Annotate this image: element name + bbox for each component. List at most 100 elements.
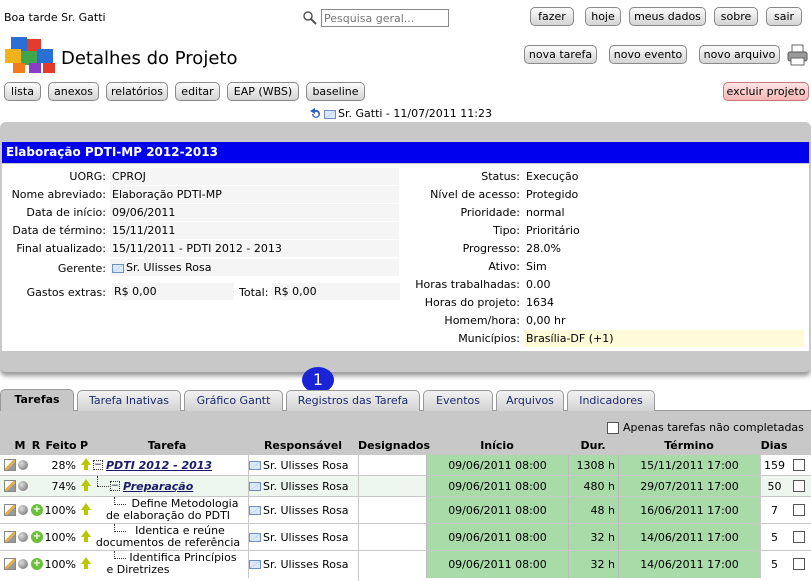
start-cell: 09/06/2011 08:00 — [426, 476, 568, 496]
row-checkbox[interactable] — [793, 480, 805, 492]
row-checkbox[interactable] — [793, 504, 805, 516]
edit-icon[interactable] — [4, 459, 16, 471]
hoje-button[interactable]: hoje — [585, 7, 621, 26]
col-r: R — [31, 439, 41, 452]
task-name[interactable]: Identifica Princípios e Diretrizes — [93, 552, 243, 576]
table-row[interactable]: 28% − PDTI 2012 - 2013 Sr. Ulisses Rosa … — [0, 455, 811, 476]
status-dot-icon — [18, 505, 28, 515]
progress-label: Progresso: — [462, 242, 520, 255]
priority-up-icon — [81, 458, 91, 465]
designados-cell — [358, 551, 426, 581]
end-date-value: 15/11/2011 — [110, 222, 399, 239]
anexos-button[interactable]: anexos — [48, 82, 99, 101]
end-date-label: Data de término: — [12, 224, 106, 237]
start-cell: 09/06/2011 08:00 — [426, 455, 568, 475]
responsible[interactable]: Sr. Ulisses Rosa — [263, 480, 348, 493]
done-cell: 28% — [51, 458, 76, 472]
type-value: Prioritário — [526, 224, 580, 237]
mail-icon[interactable] — [324, 109, 336, 119]
collapse-icon[interactable]: − — [93, 460, 103, 470]
extra-costs-value: R$ 0,00 — [112, 283, 234, 300]
task-name[interactable]: PDTI 2012 - 2013 — [106, 455, 246, 475]
total-label: Total: — [239, 286, 269, 299]
sair-button[interactable]: sair — [766, 7, 802, 26]
tab-arquivos[interactable]: Arquivos — [496, 390, 564, 411]
mail-icon[interactable] — [249, 532, 261, 542]
uorg-value: CPROJ — [110, 168, 399, 185]
done-cell: 100% — [44, 558, 76, 571]
delete-project-button[interactable]: excluir projeto — [723, 82, 809, 101]
add-icon[interactable]: + — [31, 531, 43, 543]
lista-button[interactable]: lista — [4, 82, 41, 101]
col-feito: Feito — [45, 439, 77, 452]
end-cell: 14/06/2011 17:00 — [618, 551, 760, 578]
relatorios-button[interactable]: relatórios — [106, 82, 168, 101]
add-icon[interactable]: + — [31, 504, 43, 516]
eap-wbs-button[interactable]: EAP (WBS) — [227, 82, 299, 101]
task-name[interactable]: Define Metodologia de elaboração do PDTI — [93, 498, 243, 522]
col-termino: Término — [664, 439, 714, 452]
task-name[interactable]: Identica e reúne documentos de referência — [93, 525, 243, 549]
edit-icon[interactable] — [4, 480, 16, 492]
tab-indicadores[interactable]: Indicadores — [567, 390, 655, 411]
tab-eventos[interactable]: Eventos — [423, 390, 493, 411]
hours-worked-label: Horas trabalhadas: — [415, 278, 520, 291]
priority-label: Prioridade: — [460, 206, 520, 219]
mail-icon[interactable] — [249, 460, 261, 470]
done-cell: 74% — [51, 479, 76, 493]
novo-arquivo-button[interactable]: novo arquivo — [699, 45, 780, 64]
printer-icon[interactable] — [787, 44, 808, 66]
municipalities-label: Municípios: — [458, 332, 520, 345]
fazer-button[interactable]: fazer — [530, 7, 574, 26]
puzzle-logo-icon — [3, 35, 59, 75]
status-dot-icon — [18, 481, 28, 491]
table-row[interactable]: + 100% Identifica Princípios e Diretrizes… — [0, 551, 811, 581]
collapse-icon[interactable]: − — [110, 481, 120, 491]
novo-evento-button[interactable]: novo evento — [609, 45, 687, 64]
editar-button[interactable]: editar — [175, 82, 220, 101]
col-dias: Dias — [760, 439, 788, 452]
meus-dados-button[interactable]: meus dados — [629, 7, 706, 26]
sobre-button[interactable]: sobre — [714, 7, 758, 26]
edit-icon[interactable] — [4, 531, 16, 543]
table-row[interactable]: + 100% Identica e reúne documentos de ref… — [0, 524, 811, 551]
mail-icon[interactable] — [112, 263, 124, 273]
mail-icon[interactable] — [249, 560, 261, 569]
row-checkbox[interactable] — [793, 531, 805, 543]
nova-tarefa-button[interactable]: nova tarefa — [524, 45, 597, 64]
tab-registros[interactable]: Registros das Tarefa — [286, 390, 420, 411]
tab-grafico-gantt[interactable]: Gráfico Gantt — [184, 390, 283, 411]
add-icon[interactable]: + — [31, 558, 43, 570]
row-checkbox[interactable] — [793, 558, 805, 570]
table-row[interactable]: + 100% Define Metodologia de elaboração d… — [0, 497, 811, 524]
task-name[interactable]: Preparação — [123, 476, 243, 496]
end-cell: 15/11/2011 17:00 — [618, 455, 760, 475]
filter-checkbox[interactable] — [607, 422, 619, 434]
undo-icon[interactable] — [309, 107, 321, 119]
responsible[interactable]: Sr. Ulisses Rosa — [263, 558, 348, 571]
start-date-label: Data de início: — [26, 206, 106, 219]
mail-icon[interactable] — [249, 481, 261, 491]
tab-tarefa-inativas[interactable]: Tarefa Inativas — [77, 390, 181, 411]
tab-tarefas[interactable]: Tarefas — [0, 389, 74, 411]
start-cell: 09/06/2011 08:00 — [426, 497, 568, 523]
access-value: Protegido — [526, 188, 579, 201]
duration-cell: 1308 h — [568, 455, 618, 475]
responsible[interactable]: Sr. Ulisses Rosa — [263, 531, 348, 544]
designados-cell — [358, 476, 426, 496]
table-row[interactable]: 74% − Preparação Sr. Ulisses Rosa 09/06/… — [0, 476, 811, 497]
updated-end-label: Final atualizado: — [16, 242, 106, 255]
duration-cell: 48 h — [568, 497, 618, 523]
search-input[interactable] — [321, 9, 449, 27]
access-label: Nível de acesso: — [430, 188, 520, 201]
manager-name[interactable]: Sr. Ulisses Rosa — [126, 261, 211, 274]
status-dot-icon — [18, 559, 28, 569]
mail-icon[interactable] — [249, 505, 261, 515]
baseline-button[interactable]: baseline — [306, 82, 365, 101]
row-checkbox[interactable] — [793, 459, 805, 471]
edit-icon[interactable] — [4, 504, 16, 516]
responsible[interactable]: Sr. Ulisses Rosa — [263, 504, 348, 517]
responsible[interactable]: Sr. Ulisses Rosa — [263, 459, 348, 472]
municipalities-value: Brasília-DF (+1) — [524, 330, 804, 347]
edit-icon[interactable] — [4, 558, 16, 570]
